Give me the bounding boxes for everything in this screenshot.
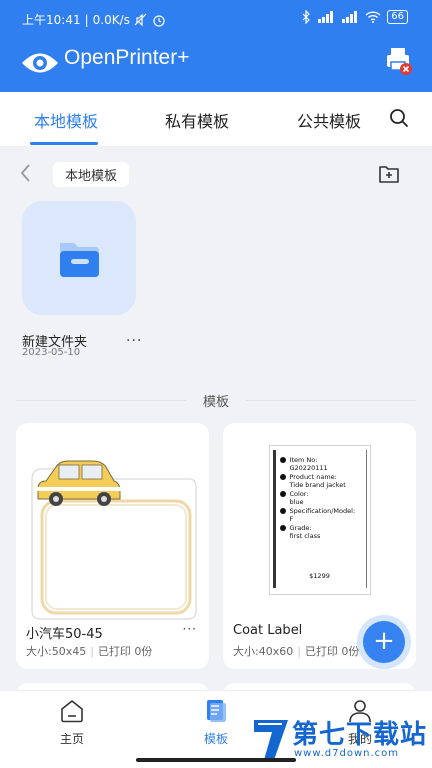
label-line: first class [289, 532, 321, 540]
label-line: Item No: [289, 456, 318, 464]
alarm-icon [153, 14, 165, 27]
label-line: Specification/Model: [289, 507, 356, 515]
folder-icon [60, 243, 99, 277]
template-size: 大小:40x60 [233, 645, 294, 658]
breadcrumb-current[interactable]: 本地模板 [53, 162, 130, 187]
meta-separator: | [297, 645, 301, 658]
bullet-icon [279, 525, 286, 531]
watermark-url: www.d7down.com [294, 748, 400, 759]
battery-indicator: 66 [387, 10, 408, 24]
template-meta: 大小:50x45 | 已打印 0份 [26, 643, 152, 659]
label-specification: Specification/Model: [279, 507, 366, 515]
status-right: 66 [301, 10, 408, 24]
tab-private-templates[interactable]: 私有模板 [165, 108, 229, 132]
template-size: 大小:50x45 [26, 645, 87, 658]
bullet-icon [279, 508, 286, 514]
bullet-icon [279, 474, 286, 480]
label-line: Tide brand jacket [289, 481, 346, 489]
label-grade: Grade: [279, 524, 366, 532]
active-tab-indicator [30, 142, 98, 145]
signal-icon-2 [342, 11, 358, 23]
status-speed: 0.0K/s [92, 12, 130, 27]
template-icon [207, 700, 226, 722]
watermark-title: 第七下载站 [292, 720, 428, 750]
status-bar: 上午10:41 | 0.0K/s 66 [0, 0, 432, 36]
home-indicator [136, 758, 296, 762]
nav-home-label: 主页 [59, 732, 84, 746]
label-line: Color: [289, 490, 309, 498]
label-line: blue [289, 498, 304, 506]
label-price: $1299 [309, 572, 330, 580]
label-line: Grade: [289, 524, 312, 532]
printer-disconnected-icon[interactable] [384, 46, 414, 76]
nav-templates-label: 模板 [203, 732, 228, 746]
label-line: G20220111 [289, 464, 328, 472]
label-color: Color: [279, 490, 366, 498]
template-card-car[interactable]: 小汽车50-45 大小:50x45 | 已打印 0份 ··· [16, 423, 209, 669]
bullet-icon [279, 457, 286, 463]
watermark-logo-icon [254, 720, 288, 760]
label-product-name: Product name: [279, 473, 366, 481]
status-left: 上午10:41 | 0.0K/s [22, 11, 166, 28]
bullet-icon [279, 491, 286, 497]
label-right-border [365, 450, 367, 588]
template-meta: 大小:40x60 | 已打印 0份 [233, 643, 359, 659]
wifi-icon [365, 11, 381, 23]
folder-more-button[interactable]: ··· [126, 333, 142, 349]
template-printed: 已打印 0份 [97, 645, 153, 658]
template-more-button[interactable]: ··· [183, 622, 197, 636]
label-line: F [289, 515, 294, 523]
home-icon [61, 700, 83, 723]
app-title: OpenPrinter+ [64, 46, 190, 69]
search-icon[interactable] [388, 107, 410, 129]
status-time: 上午10:41 [22, 13, 81, 27]
folder-date: 2023-05-10 [22, 347, 81, 358]
divider-right [246, 400, 416, 401]
coat-label-preview: Item No: G20220111 Product name: Tide br… [233, 443, 406, 621]
tab-local-templates[interactable]: 本地模板 [34, 108, 98, 132]
label-line: Product name: [289, 473, 337, 481]
folder-tile[interactable] [22, 201, 136, 315]
label-left-border [272, 450, 276, 588]
add-template-button[interactable]: + [363, 621, 405, 663]
status-separator: | [84, 12, 89, 27]
new-folder-icon[interactable] [377, 162, 401, 186]
bluetooth-icon [302, 10, 311, 24]
template-title: 小汽车50-45 [26, 627, 103, 642]
tab-public-templates[interactable]: 公共模板 [297, 108, 361, 132]
back-chevron-icon[interactable] [16, 162, 36, 184]
template-tabs: 本地模板 私有模板 公共模板 [0, 92, 432, 146]
app-logo-icon [22, 53, 58, 73]
template-title: Coat Label [233, 623, 303, 638]
nav-templates[interactable]: 模板 [186, 699, 246, 747]
nav-home[interactable]: 主页 [42, 699, 102, 747]
label-text-block: Item No: G20220111 Product name: Tide br… [279, 456, 366, 540]
meta-separator: | [90, 645, 94, 658]
mute-icon [134, 13, 147, 26]
signal-icon [318, 11, 334, 23]
template-printed: 已打印 0份 [304, 645, 360, 658]
breadcrumb: 本地模板 [0, 146, 432, 202]
label-item-no: Item No: [279, 456, 366, 464]
car-label-preview [31, 460, 197, 620]
app-bar: OpenPrinter+ [0, 36, 432, 92]
